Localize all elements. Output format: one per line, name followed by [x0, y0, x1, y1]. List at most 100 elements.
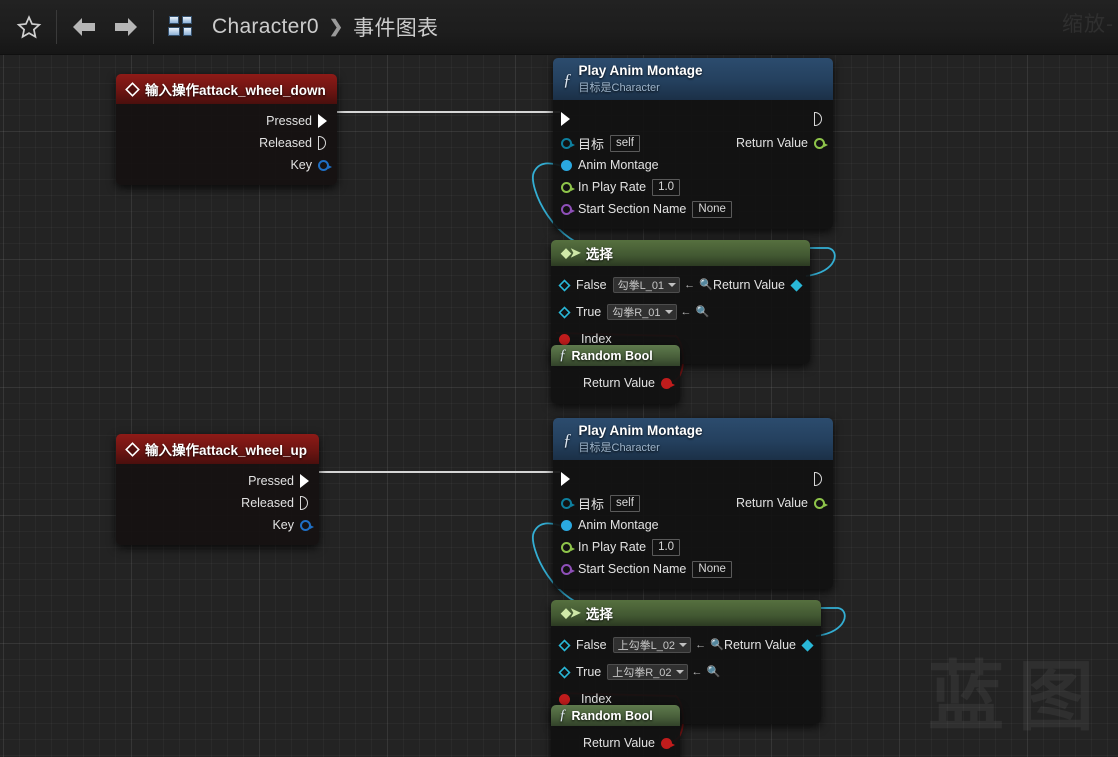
bool-pin-index[interactable]: [559, 333, 570, 345]
wildcard-pin-true[interactable]: [558, 665, 571, 679]
pin-row-anim-montage[interactable]: Anim Montage: [553, 154, 833, 176]
value-target-self[interactable]: self: [610, 134, 640, 152]
object-pin-anim-montage[interactable]: [561, 159, 572, 171]
float-pin-in-play-rate[interactable]: [561, 181, 575, 193]
node-title: 选择: [585, 607, 613, 622]
exec-row[interactable]: [553, 106, 833, 132]
pin-row-released[interactable]: Released: [116, 492, 319, 514]
name-pin-start-section[interactable]: [561, 563, 575, 575]
float-pin-return-value[interactable]: [814, 137, 828, 149]
name-pin-start-section[interactable]: [561, 203, 575, 215]
wildcard-pin-return-value[interactable]: [790, 278, 803, 292]
dropdown-false-value[interactable]: 勾拳L_01: [612, 277, 681, 293]
node-header[interactable]: 输入操作attack_wheel_down: [116, 74, 337, 104]
node-random-bool-2[interactable]: ƒ Random Bool Return Value: [551, 705, 680, 757]
pin-row-pressed[interactable]: Pressed: [116, 470, 319, 492]
node-header[interactable]: ƒ Random Bool: [551, 345, 680, 366]
node-header[interactable]: ƒ Play Anim Montage 目标是Character: [553, 418, 833, 460]
pin-row-target[interactable]: 目标 self Return Value: [553, 492, 833, 514]
node-event-attack-wheel-up[interactable]: 输入操作attack_wheel_up Pressed Released Key: [116, 434, 319, 545]
value-in-play-rate[interactable]: 1.0: [652, 178, 681, 196]
breadcrumb-separator: ❯: [328, 17, 344, 36]
browse-back-icon[interactable]: ←: [681, 306, 692, 318]
struct-pin-key[interactable]: [318, 159, 332, 171]
dropdown-true-value[interactable]: 上勾拳R_02: [607, 664, 688, 680]
pin-row-target[interactable]: 目标 self Return Value: [553, 132, 833, 154]
node-subtitle: 目标是Character: [578, 82, 660, 94]
exec-pin-out[interactable]: [814, 112, 825, 126]
value-in-play-rate[interactable]: 1.0: [652, 538, 681, 556]
node-header[interactable]: ƒ Play Anim Montage 目标是Character: [553, 58, 833, 100]
node-header[interactable]: ◆➤ 选择: [551, 600, 821, 626]
pin-row-true[interactable]: True 上勾拳R_02 ← 🔍: [551, 658, 821, 686]
search-icon[interactable]: 🔍: [696, 306, 710, 318]
node-random-bool-1[interactable]: ƒ Random Bool Return Value: [551, 345, 680, 404]
wildcard-pin-true[interactable]: [558, 305, 571, 319]
exec-row[interactable]: [553, 466, 833, 492]
pin-row-start-section-name[interactable]: Start Section Name None: [553, 558, 833, 580]
bool-pin-return-value[interactable]: [661, 737, 675, 749]
dropdown-true-value[interactable]: 勾拳R_01: [607, 304, 677, 320]
pin-row-released[interactable]: Released: [116, 132, 337, 154]
browse-back-icon[interactable]: ←: [692, 666, 703, 678]
pin-row-in-play-rate[interactable]: In Play Rate 1.0: [553, 176, 833, 198]
browse-back-icon[interactable]: ←: [695, 639, 706, 651]
exec-pin-pressed[interactable]: [300, 474, 311, 488]
pin-label-false: False: [576, 278, 607, 292]
search-icon[interactable]: 🔍: [710, 639, 724, 651]
object-pin-target[interactable]: [561, 497, 575, 509]
value-start-section-name[interactable]: None: [692, 560, 732, 578]
pin-row-false[interactable]: False 上勾拳L_02 ← 🔍 Return Value: [551, 632, 821, 658]
arrow-left-icon[interactable]: [63, 6, 105, 48]
pin-label-true: True: [576, 305, 602, 319]
star-icon[interactable]: [8, 6, 50, 48]
browse-back-icon[interactable]: ←: [684, 279, 695, 291]
pin-row-return-value[interactable]: Return Value: [551, 372, 680, 394]
float-pin-return-value[interactable]: [814, 497, 828, 509]
node-header[interactable]: ƒ Random Bool: [551, 705, 680, 726]
wildcard-pin-return-value[interactable]: [801, 638, 814, 652]
pin-row-false[interactable]: False 勾拳L_01 ← 🔍 Return Value: [551, 272, 810, 298]
exec-pin-pressed[interactable]: [318, 114, 329, 128]
object-pin-target[interactable]: [561, 137, 575, 149]
exec-pin-in[interactable]: [561, 472, 572, 486]
pin-label-true: True: [576, 665, 602, 679]
float-pin-in-play-rate[interactable]: [561, 541, 575, 553]
pin-row-pressed[interactable]: Pressed: [116, 110, 337, 132]
pin-row-true[interactable]: True 勾拳R_01 ← 🔍: [551, 298, 810, 326]
exec-pin-out[interactable]: [814, 472, 825, 486]
object-pin-anim-montage[interactable]: [561, 519, 572, 531]
search-icon[interactable]: 🔍: [707, 666, 721, 678]
breadcrumb-current[interactable]: 事件图表: [353, 12, 438, 42]
node-play-anim-montage-2[interactable]: ƒ Play Anim Montage 目标是Character 目标 self…: [553, 418, 833, 589]
pin-label-target: 目标: [578, 136, 605, 152]
node-header[interactable]: 输入操作attack_wheel_up: [116, 434, 319, 464]
exec-pin-in[interactable]: [561, 112, 572, 126]
node-header[interactable]: ◆➤ 选择: [551, 240, 810, 266]
bool-pin-index[interactable]: [559, 693, 570, 705]
dropdown-false-value[interactable]: 上勾拳L_02: [612, 637, 692, 653]
arrow-right-icon[interactable]: [105, 6, 147, 48]
blueprint-grid-icon[interactable]: [160, 6, 202, 48]
breadcrumb-root[interactable]: Character0: [212, 15, 319, 39]
struct-pin-key[interactable]: [300, 519, 314, 531]
pin-row-return-value[interactable]: Return Value: [551, 732, 680, 754]
pin-row-start-section-name[interactable]: Start Section Name None: [553, 198, 833, 220]
wildcard-pin-false[interactable]: [558, 638, 571, 652]
search-icon[interactable]: 🔍: [699, 279, 713, 291]
bool-pin-return-value[interactable]: [661, 377, 675, 389]
pin-row-anim-montage[interactable]: Anim Montage: [553, 514, 833, 536]
node-event-attack-wheel-down[interactable]: 输入操作attack_wheel_down Pressed Released K…: [116, 74, 337, 185]
value-target-self[interactable]: self: [610, 494, 640, 512]
exec-pin-released[interactable]: [300, 496, 311, 510]
pin-row-in-play-rate[interactable]: In Play Rate 1.0: [553, 536, 833, 558]
node-play-anim-montage-1[interactable]: ƒ Play Anim Montage 目标是Character 目标 self…: [553, 58, 833, 229]
wildcard-pin-false[interactable]: [558, 278, 571, 292]
pin-row-key[interactable]: Key: [116, 514, 319, 536]
pin-row-key[interactable]: Key: [116, 154, 337, 176]
value-start-section-name[interactable]: None: [692, 200, 732, 218]
pin-label-anim-montage: Anim Montage: [578, 158, 659, 172]
exec-pin-released[interactable]: [318, 136, 329, 150]
pin-label-index: Index: [581, 332, 612, 346]
node-title: Random Bool: [571, 708, 653, 723]
